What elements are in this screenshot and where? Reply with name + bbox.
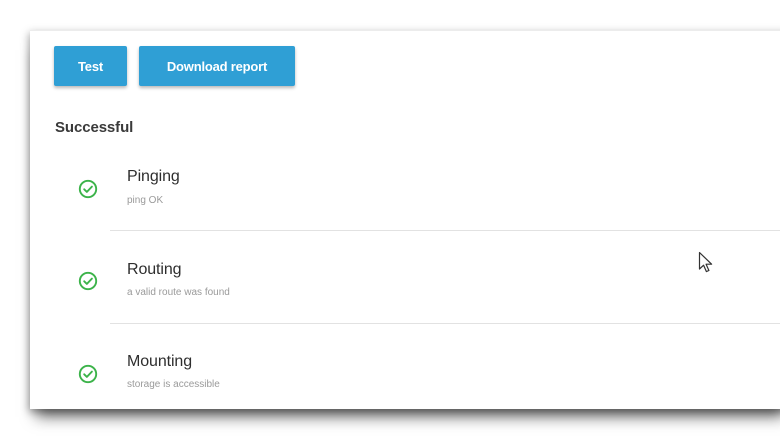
check-circle-icon bbox=[78, 179, 98, 199]
check-status: storage is accessible bbox=[127, 379, 220, 390]
check-circle-icon bbox=[78, 271, 98, 291]
mouse-cursor-icon bbox=[698, 251, 713, 273]
check-item-mounting: Mounting storage is accessible bbox=[30, 324, 780, 409]
section-title: Successful bbox=[55, 119, 134, 136]
download-report-button[interactable]: Download report bbox=[139, 46, 295, 86]
check-title: Pinging bbox=[127, 168, 180, 185]
check-status: ping OK bbox=[127, 195, 164, 206]
check-item-pinging: Pinging ping OK bbox=[30, 138, 780, 230]
test-button[interactable]: Test bbox=[54, 46, 127, 86]
check-title: Routing bbox=[127, 261, 182, 278]
connection-test-panel: Test Download report Successful Pinging … bbox=[30, 30, 780, 409]
check-circle-icon bbox=[78, 364, 98, 384]
check-title: Mounting bbox=[127, 353, 193, 370]
check-status: a valid route was found bbox=[127, 287, 230, 298]
check-item-routing: Routing a valid route was found bbox=[30, 231, 780, 323]
